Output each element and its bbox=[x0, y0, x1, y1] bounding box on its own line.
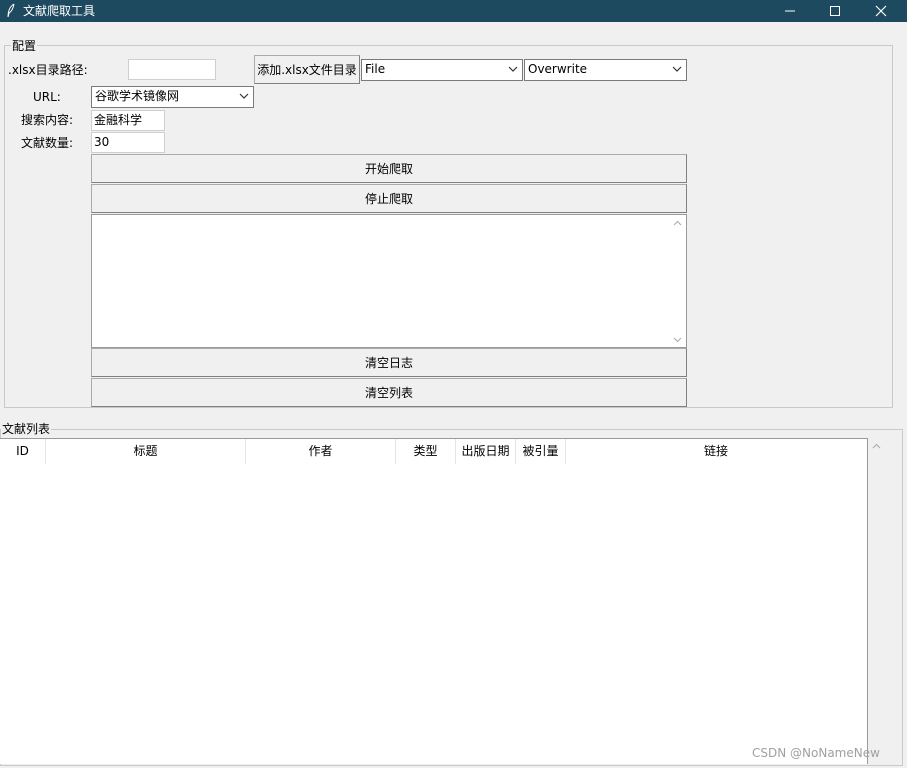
log-textarea[interactable] bbox=[91, 214, 687, 348]
column-header-title[interactable]: 标题 bbox=[46, 439, 246, 464]
xlsx-path-input[interactable] bbox=[128, 59, 216, 80]
chevron-down-icon bbox=[673, 337, 682, 342]
log-scrollbar[interactable] bbox=[669, 215, 686, 347]
chevron-down-icon bbox=[508, 66, 518, 72]
search-input[interactable]: 金融科学 bbox=[91, 110, 165, 131]
literature-table[interactable]: ID 标题 作者 类型 出版日期 被引量 链接 bbox=[0, 438, 868, 764]
window-title: 文献爬取工具 bbox=[23, 4, 96, 18]
mode-select-value: Overwrite bbox=[528, 62, 588, 76]
url-select[interactable]: 谷歌学术镜像网 bbox=[91, 86, 254, 108]
config-group-label: 配置 bbox=[11, 39, 38, 53]
feather-icon bbox=[7, 3, 15, 18]
file-select-value: File bbox=[365, 62, 386, 76]
search-label: 搜索内容: bbox=[21, 113, 74, 127]
url-select-value: 谷歌学术镜像网 bbox=[95, 89, 180, 103]
column-header-link[interactable]: 链接 bbox=[566, 439, 866, 464]
chevron-up-icon bbox=[673, 220, 682, 225]
maximize-button[interactable] bbox=[812, 0, 858, 22]
scroll-up-arrow[interactable] bbox=[669, 215, 686, 231]
chevron-down-icon bbox=[239, 93, 249, 99]
table-header: ID 标题 作者 类型 出版日期 被引量 链接 bbox=[0, 439, 867, 464]
title-bar: 文献爬取工具 bbox=[0, 0, 907, 22]
clear-list-button[interactable]: 清空列表 bbox=[91, 378, 687, 407]
column-header-citations[interactable]: 被引量 bbox=[516, 439, 566, 464]
xlsx-path-label: .xlsx目录路径: bbox=[8, 63, 88, 77]
clear-log-button[interactable]: 清空日志 bbox=[91, 348, 687, 377]
count-input[interactable]: 30 bbox=[91, 132, 165, 153]
column-header-date[interactable]: 出版日期 bbox=[456, 439, 516, 464]
chevron-down-icon bbox=[672, 66, 682, 72]
url-label: URL: bbox=[33, 90, 61, 104]
start-button[interactable]: 开始爬取 bbox=[91, 154, 687, 183]
list-group-label: 文献列表 bbox=[1, 422, 52, 436]
chevron-up-icon bbox=[872, 443, 881, 448]
table-scrollbar[interactable] bbox=[868, 438, 885, 764]
maximize-icon bbox=[830, 6, 840, 16]
column-header-type[interactable]: 类型 bbox=[396, 439, 456, 464]
column-header-id[interactable]: ID bbox=[0, 439, 46, 464]
scroll-up-arrow[interactable] bbox=[868, 438, 885, 454]
watermark: CSDN @NoNameNew bbox=[752, 746, 880, 760]
minimize-icon bbox=[785, 10, 795, 12]
stop-button[interactable]: 停止爬取 bbox=[91, 184, 687, 213]
mode-select[interactable]: Overwrite bbox=[524, 59, 687, 81]
file-select[interactable]: File bbox=[361, 59, 523, 81]
count-label: 文献数量: bbox=[21, 136, 74, 150]
close-icon bbox=[875, 5, 887, 17]
scroll-down-arrow[interactable] bbox=[669, 331, 686, 347]
close-button[interactable] bbox=[858, 0, 904, 22]
column-header-author[interactable]: 作者 bbox=[246, 439, 396, 464]
add-xlsx-button[interactable]: 添加.xlsx文件目录 bbox=[254, 55, 360, 84]
minimize-button[interactable] bbox=[767, 0, 813, 22]
